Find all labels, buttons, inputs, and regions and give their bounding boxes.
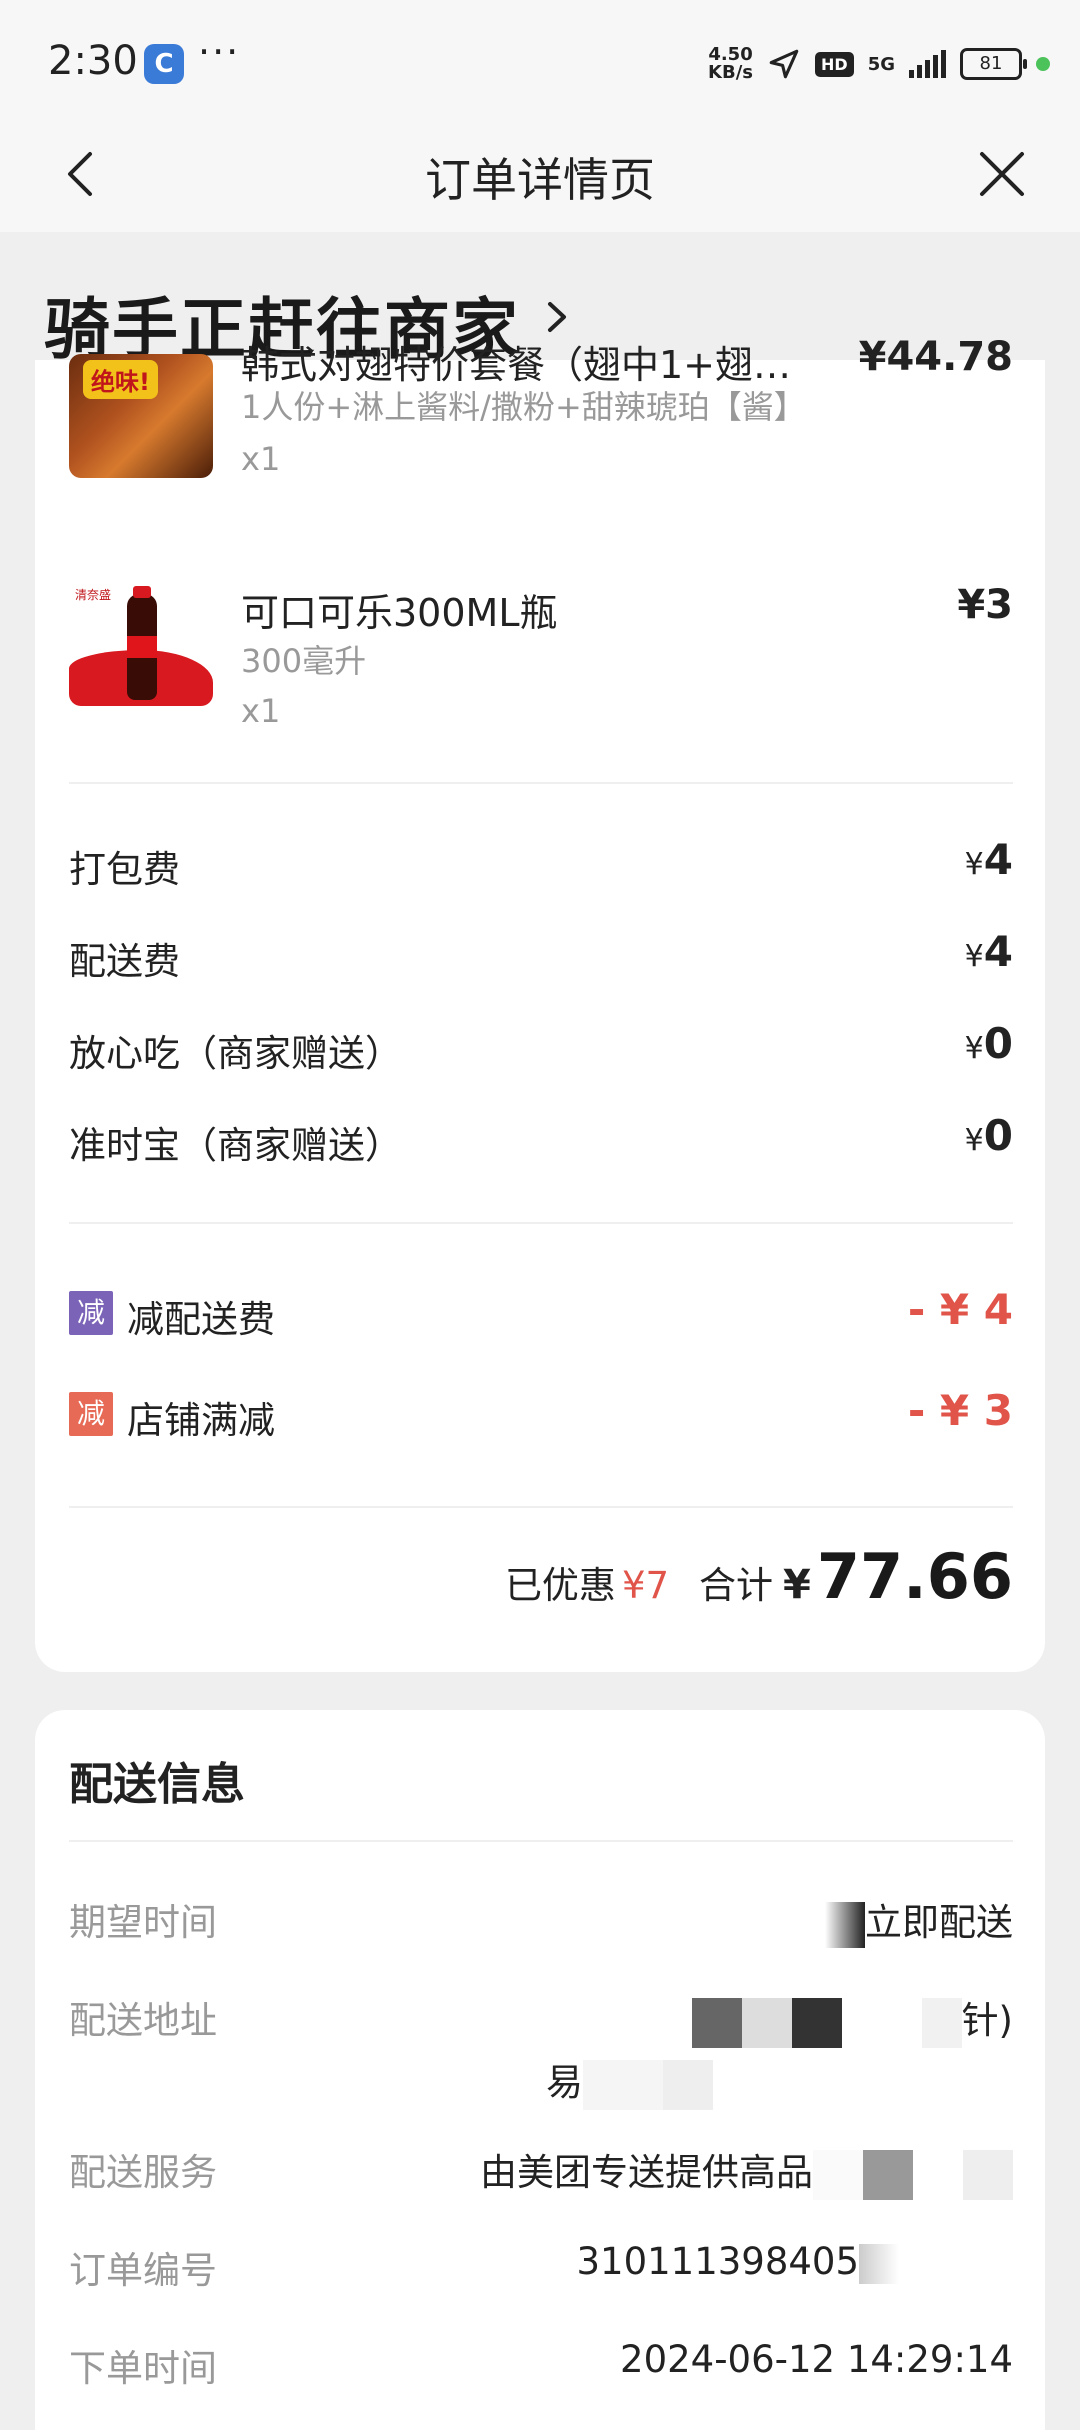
divider xyxy=(69,1506,1013,1508)
page-title: 订单详情页 xyxy=(425,153,655,207)
thumb-brand: 清奈盛 xyxy=(75,588,112,602)
location-arrow-icon xyxy=(769,49,799,79)
divider xyxy=(69,782,1013,784)
info-row-order-time: 下单时间 2024-06-12 14:29:14 xyxy=(69,2338,1013,2390)
info-row-address-line2: 易 xyxy=(69,2052,1013,2110)
fee-row-packing: 打包费 ¥4 xyxy=(69,835,1013,891)
fee-row-delivery: 配送费 ¥4 xyxy=(69,927,1013,983)
hd-icon: HD xyxy=(815,51,854,77)
item-name: 可口可乐300ML瓶 xyxy=(241,591,558,635)
order-items-card: 绝味! 韩式对翅特价套餐（翅中1+翅… 1人份+淋上酱料/撒粉+甜辣琥珀【酱】 … xyxy=(35,334,1045,1672)
item-name: 韩式对翅特价套餐（翅中1+翅… xyxy=(241,343,792,387)
item-qty: x1 xyxy=(241,692,281,730)
net-speed: 4.50 KB/s xyxy=(708,44,754,83)
total-currency: ¥ xyxy=(783,1562,811,1608)
saved-value: ¥7 xyxy=(621,1564,670,1607)
thumb-badge: 绝味! xyxy=(83,360,158,399)
info-row-expected-time: 期望时间 立即配送 xyxy=(69,1892,1013,1952)
item-price: ¥44.78 xyxy=(858,334,1013,380)
item-thumbnail: 清奈盛 xyxy=(69,582,213,706)
app-notification-icon: C xyxy=(144,44,184,84)
discount-badge: 减 xyxy=(69,1392,113,1436)
info-row-address[interactable]: 配送地址 针) xyxy=(69,1990,1013,2050)
nav-bar: 订单详情页 xyxy=(0,120,1080,232)
discount-row-delivery: 减 减配送费 - ¥ 4 xyxy=(69,1285,1013,1345)
item-qty: x1 xyxy=(241,440,281,478)
fee-row-ontime[interactable]: 准时宝（商家赠送） ¥0 xyxy=(69,1111,1013,1171)
divider xyxy=(69,1840,1013,1842)
order-item[interactable]: 绝味! 韩式对翅特价套餐（翅中1+翅… 1人份+淋上酱料/撒粉+甜辣琥珀【酱】 … xyxy=(69,334,1013,504)
item-spec: 300毫升 xyxy=(241,642,367,680)
close-icon[interactable] xyxy=(972,144,1032,204)
info-row-service[interactable]: 配送服务 由美团专送提供高品 xyxy=(69,2142,1013,2202)
order-total: 已优惠 ¥7 合计 ¥ 77.66 xyxy=(69,1540,1013,1620)
total-amount: 77.66 xyxy=(816,1540,1013,1613)
status-indicators: 4.50 KB/s HD 5G 81 xyxy=(708,42,1050,86)
divider xyxy=(69,1222,1013,1224)
network-type: 5G xyxy=(867,53,895,75)
status-time: 2:30 xyxy=(48,38,138,84)
discount-badge: 减 xyxy=(69,1291,113,1335)
fee-row-safe-eat[interactable]: 放心吃（商家赠送） ¥0 xyxy=(69,1019,1013,1079)
discount-row-store: 减 店铺满减 - ¥ 3 xyxy=(69,1386,1013,1446)
total-label: 合计 xyxy=(699,1564,774,1607)
privacy-indicator-icon xyxy=(1036,57,1050,71)
more-notifications-icon: ··· xyxy=(198,30,241,74)
item-spec: 1人份+淋上酱料/撒粉+甜辣琥珀【酱】 xyxy=(241,388,806,426)
item-thumbnail: 绝味! xyxy=(69,354,213,478)
battery-icon: 81 xyxy=(960,48,1027,80)
signal-icon xyxy=(909,50,946,78)
status-bar: 2:30 C ··· 4.50 KB/s HD 5G 81 xyxy=(0,0,1080,120)
order-item[interactable]: 清奈盛 可口可乐300ML瓶 300毫升 x1 ¥3 xyxy=(69,582,1013,732)
info-row-order-number[interactable]: 订单编号 310111398405 xyxy=(69,2240,1013,2300)
item-price: ¥3 xyxy=(957,582,1013,628)
section-title: 配送信息 xyxy=(69,1759,245,1810)
saved-label: 已优惠 xyxy=(504,1564,616,1607)
delivery-info-card: 配送信息 期望时间 立即配送 配送地址 针) 易 配送服务 由美团专送提供高品 … xyxy=(35,1710,1045,2430)
